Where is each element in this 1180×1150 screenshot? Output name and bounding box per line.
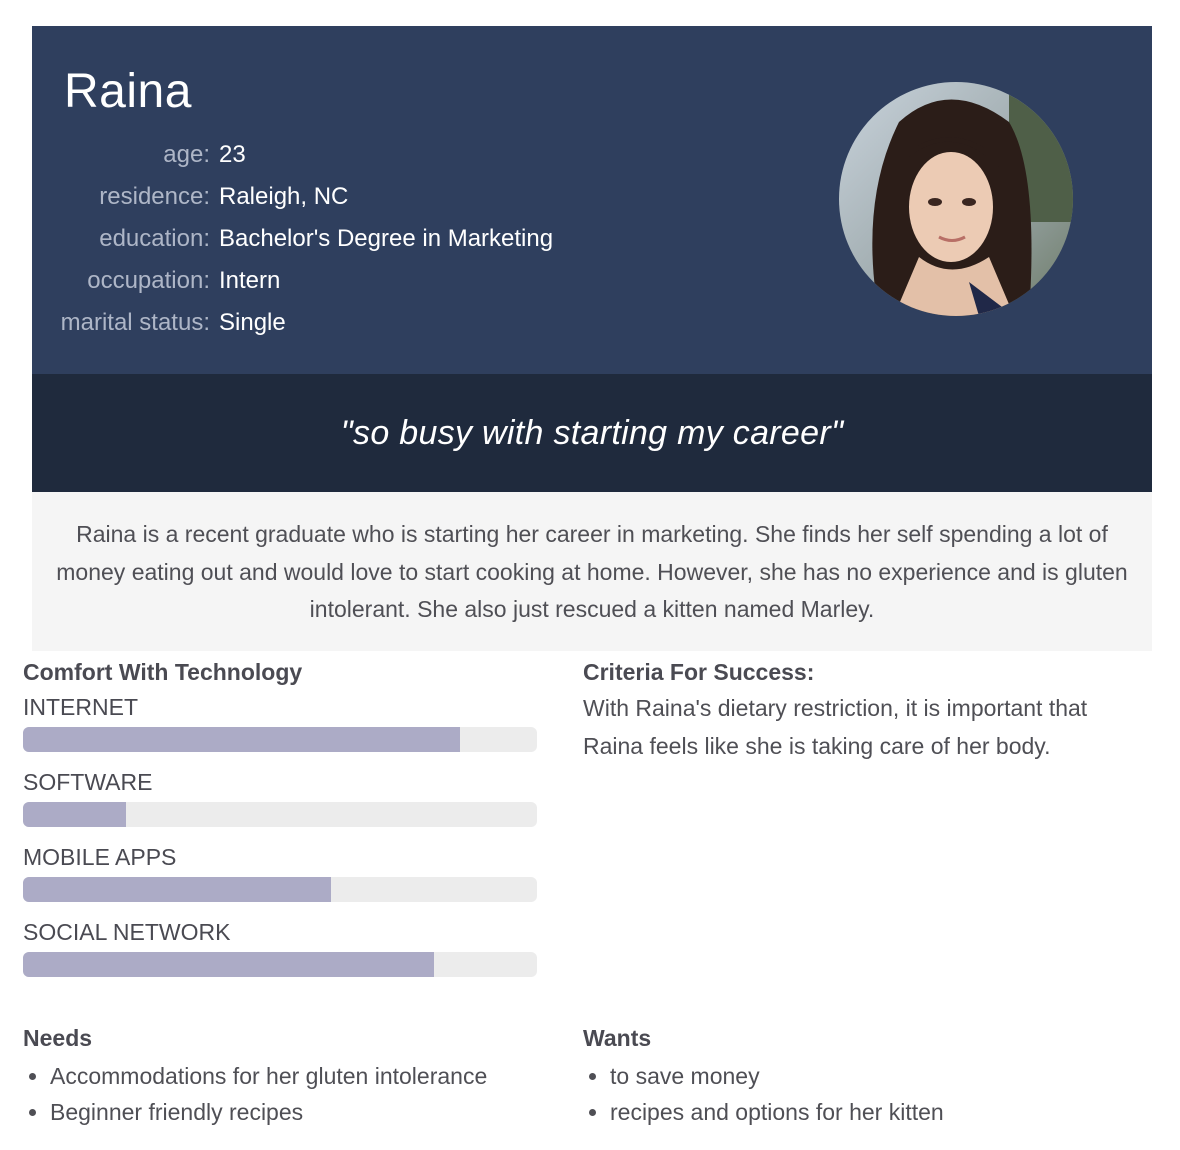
skill-bar bbox=[23, 802, 537, 827]
skill-software: SOFTWARE bbox=[23, 767, 537, 827]
skill-bar-fill bbox=[23, 952, 435, 977]
fact-label: occupation: bbox=[87, 267, 210, 294]
skill-label: SOCIAL NETWORK bbox=[23, 919, 231, 945]
criteria-text: With Raina's dietary restriction, it is … bbox=[583, 695, 1088, 759]
persona-bio: Raina is a recent graduate who is starti… bbox=[32, 492, 1152, 651]
list-item: recipes and options for her kitten bbox=[610, 1094, 1103, 1130]
persona-facts: age: 23 residence: Raleigh, NC education… bbox=[32, 134, 553, 344]
fact-residence: residence: Raleigh, NC bbox=[32, 176, 553, 218]
wants-title: Wants bbox=[583, 1025, 652, 1051]
skill-label: SOFTWARE bbox=[23, 769, 153, 795]
persona-name: Raina bbox=[64, 65, 192, 118]
criteria-section: Criteria For Success: With Raina's dieta… bbox=[583, 659, 1103, 765]
criteria-title: Criteria For Success: bbox=[583, 659, 815, 685]
quote-banner: "so busy with starting my career" bbox=[32, 374, 1152, 492]
fact-value: Intern bbox=[219, 267, 281, 294]
fact-value: Bachelor's Degree in Marketing bbox=[219, 225, 554, 252]
portrait-photo-icon bbox=[839, 82, 1073, 316]
fact-value: Single bbox=[219, 309, 286, 336]
fact-label: residence: bbox=[99, 183, 210, 210]
list-item: Accommodations for her gluten intoleranc… bbox=[50, 1058, 563, 1094]
list-item: to save money bbox=[610, 1058, 1103, 1094]
wants-section: Wants to save money recipes and options … bbox=[583, 1025, 1103, 1130]
fact-age: age: 23 bbox=[32, 134, 553, 176]
fact-value: 23 bbox=[219, 141, 246, 168]
persona-card: Raina age: 23 residence: Raleigh, NC edu… bbox=[32, 26, 1152, 651]
fact-marital-status: marital status: Single bbox=[32, 302, 553, 344]
skill-bar bbox=[23, 727, 537, 752]
skill-label: MOBILE APPS bbox=[23, 844, 177, 870]
fact-occupation: occupation: Intern bbox=[32, 260, 553, 302]
avatar bbox=[839, 82, 1073, 316]
needs-title: Needs bbox=[23, 1025, 93, 1051]
skill-bar-fill bbox=[23, 727, 460, 752]
skill-bar bbox=[23, 877, 537, 902]
comfort-title: Comfort With Technology bbox=[23, 659, 303, 685]
fact-label: education: bbox=[99, 225, 210, 252]
skill-mobile-apps: MOBILE APPS bbox=[23, 842, 537, 902]
skill-bar bbox=[23, 952, 537, 977]
skill-label: INTERNET bbox=[23, 694, 138, 720]
persona-quote: "so busy with starting my career" bbox=[340, 413, 844, 452]
skill-social-network: SOCIAL NETWORK bbox=[23, 917, 537, 977]
skill-internet: INTERNET bbox=[23, 692, 537, 752]
wants-list: to save money recipes and options for he… bbox=[583, 1058, 1103, 1130]
needs-list: Accommodations for her gluten intoleranc… bbox=[23, 1058, 563, 1130]
fact-education: education: Bachelor's Degree in Marketin… bbox=[32, 218, 553, 260]
skill-bar-fill bbox=[23, 877, 332, 902]
persona-header: Raina age: 23 residence: Raleigh, NC edu… bbox=[32, 26, 1152, 374]
list-item: Beginner friendly recipes bbox=[50, 1094, 563, 1130]
fact-value: Raleigh, NC bbox=[219, 183, 349, 210]
fact-label: marital status: bbox=[60, 309, 210, 336]
fact-label: age: bbox=[163, 141, 210, 168]
skill-bar-fill bbox=[23, 802, 126, 827]
needs-section: Needs Accommodations for her gluten into… bbox=[23, 1025, 563, 1130]
comfort-section: Comfort With Technology INTERNET SOFTWAR… bbox=[23, 659, 537, 977]
